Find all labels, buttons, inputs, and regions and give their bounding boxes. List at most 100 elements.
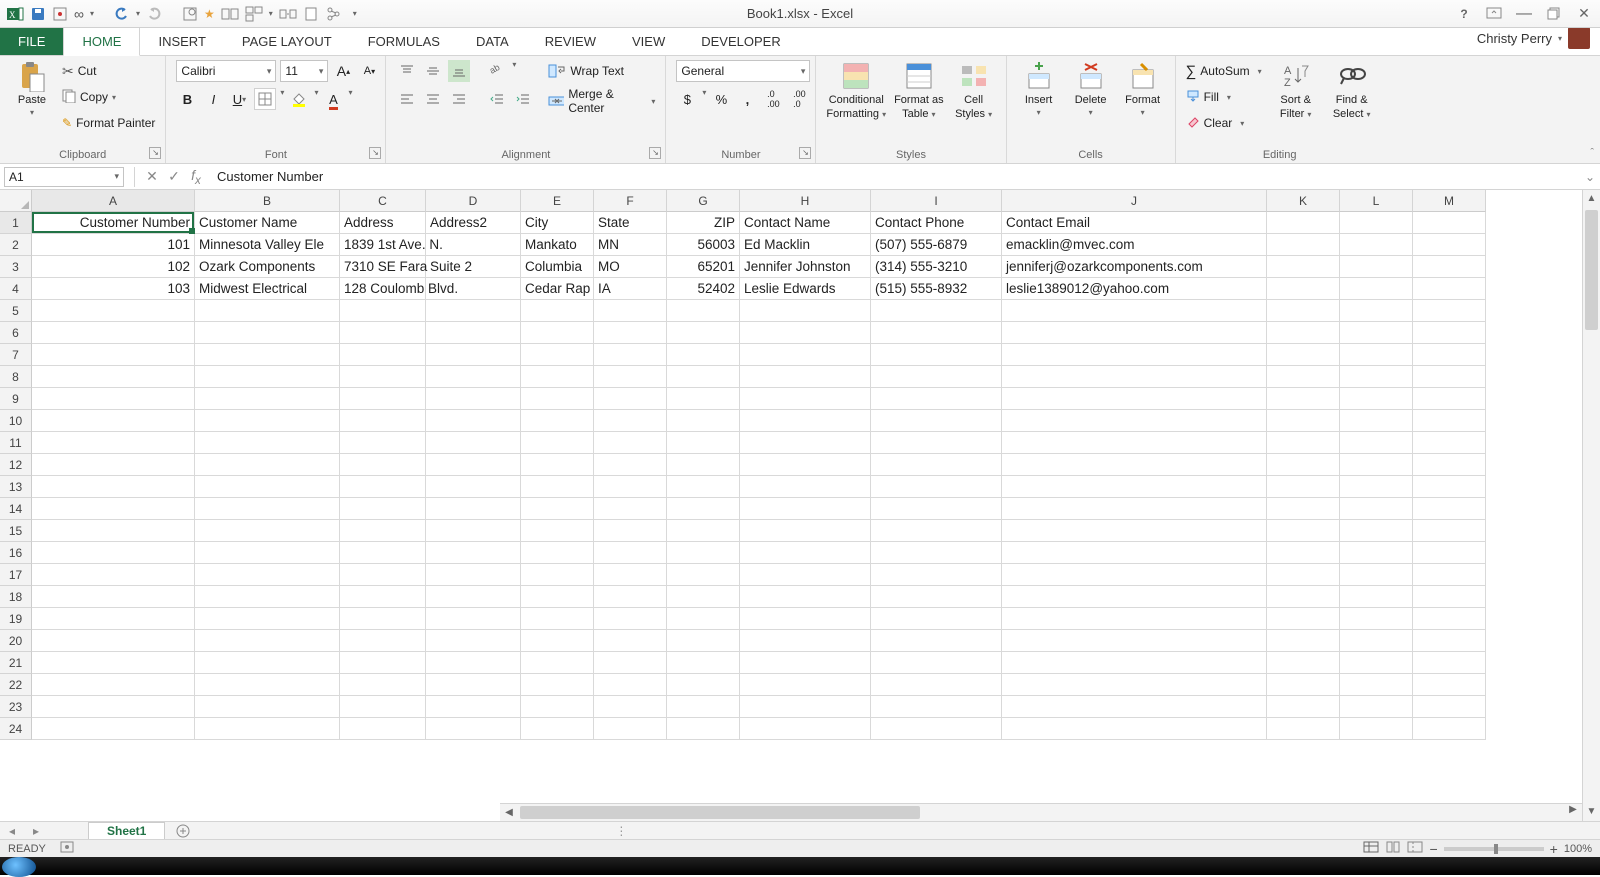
align-bottom-icon[interactable]: [448, 60, 470, 82]
scroll-right-icon[interactable]: ▶: [1564, 804, 1582, 815]
cell[interactable]: [1340, 696, 1413, 718]
cell[interactable]: [667, 344, 740, 366]
column-header[interactable]: A: [32, 190, 195, 212]
cell[interactable]: [426, 718, 521, 740]
cell[interactable]: [1340, 520, 1413, 542]
row-header[interactable]: 13: [0, 476, 32, 498]
column-header[interactable]: H: [740, 190, 871, 212]
align-middle-icon[interactable]: [422, 60, 444, 82]
cell[interactable]: [667, 652, 740, 674]
cell[interactable]: [1413, 586, 1486, 608]
cell[interactable]: [1267, 542, 1340, 564]
tab-insert[interactable]: INSERT: [140, 28, 223, 55]
cell[interactable]: Cedar Rap: [521, 278, 594, 300]
cell[interactable]: [1340, 608, 1413, 630]
align-center-icon[interactable]: [422, 88, 444, 110]
cell[interactable]: [667, 366, 740, 388]
cell[interactable]: [594, 652, 667, 674]
cell[interactable]: [195, 410, 340, 432]
undo-icon[interactable]: [114, 6, 130, 22]
cell[interactable]: [1413, 696, 1486, 718]
cell[interactable]: [1267, 520, 1340, 542]
cell[interactable]: [1413, 608, 1486, 630]
row-header[interactable]: 7: [0, 344, 32, 366]
cell[interactable]: [32, 564, 195, 586]
increase-font-icon[interactable]: A▴: [332, 60, 354, 82]
cell[interactable]: [740, 630, 871, 652]
fill-color-button[interactable]: [288, 88, 310, 110]
cell[interactable]: [426, 388, 521, 410]
delete-cells-button[interactable]: Delete▾: [1069, 60, 1113, 117]
cell[interactable]: [340, 630, 426, 652]
cell[interactable]: [32, 322, 195, 344]
cell[interactable]: [1267, 630, 1340, 652]
row-header[interactable]: 1: [0, 212, 32, 234]
tab-data[interactable]: DATA: [458, 28, 527, 55]
autosum-button[interactable]: ∑AutoSum▾: [1186, 60, 1262, 82]
cell[interactable]: [740, 300, 871, 322]
cell[interactable]: [340, 498, 426, 520]
cell[interactable]: [667, 674, 740, 696]
cell[interactable]: 7310 SE Fara: [340, 256, 426, 278]
cell[interactable]: Customer Number: [32, 212, 195, 234]
cell[interactable]: [426, 410, 521, 432]
cell[interactable]: [195, 344, 340, 366]
cell[interactable]: [1002, 630, 1267, 652]
cell[interactable]: [1002, 432, 1267, 454]
cell[interactable]: [1413, 652, 1486, 674]
cell[interactable]: [1340, 322, 1413, 344]
cell[interactable]: [1413, 564, 1486, 586]
cell[interactable]: [1002, 718, 1267, 740]
cell[interactable]: [1340, 256, 1413, 278]
tab-view[interactable]: VIEW: [614, 28, 683, 55]
cell[interactable]: [1002, 300, 1267, 322]
cell[interactable]: [195, 520, 340, 542]
font-size-select[interactable]: 11▾: [280, 60, 328, 82]
cell[interactable]: [871, 432, 1002, 454]
cell[interactable]: [426, 234, 521, 256]
tab-developer[interactable]: DEVELOPER: [683, 28, 798, 55]
name-box[interactable]: A1▾: [4, 167, 124, 187]
row-header[interactable]: 15: [0, 520, 32, 542]
cell[interactable]: [1002, 322, 1267, 344]
column-header[interactable]: I: [871, 190, 1002, 212]
cell[interactable]: [1413, 388, 1486, 410]
cell[interactable]: [1267, 718, 1340, 740]
clear-button[interactable]: Clear▾: [1186, 112, 1262, 134]
cell[interactable]: [1413, 476, 1486, 498]
cell[interactable]: [740, 498, 871, 520]
minimize-icon[interactable]: —: [1514, 4, 1534, 24]
sheet-nav-prev-icon[interactable]: ◂: [0, 824, 24, 838]
cell[interactable]: [426, 366, 521, 388]
cell[interactable]: [521, 608, 594, 630]
cell[interactable]: [1413, 520, 1486, 542]
column-header[interactable]: G: [667, 190, 740, 212]
cell[interactable]: [1002, 674, 1267, 696]
row-header[interactable]: 17: [0, 564, 32, 586]
cell[interactable]: [1267, 564, 1340, 586]
cell[interactable]: [1002, 608, 1267, 630]
cell[interactable]: [667, 476, 740, 498]
cell[interactable]: [426, 278, 521, 300]
row-header[interactable]: 20: [0, 630, 32, 652]
qat-button[interactable]: ★: [204, 7, 215, 21]
italic-button[interactable]: I: [202, 88, 224, 110]
sheet-tab-active[interactable]: Sheet1: [88, 822, 165, 839]
cell[interactable]: [1002, 586, 1267, 608]
cell[interactable]: [426, 696, 521, 718]
qat-button[interactable]: [182, 6, 198, 22]
bold-button[interactable]: B: [176, 88, 198, 110]
cell[interactable]: [426, 630, 521, 652]
tab-page-layout[interactable]: PAGE LAYOUT: [224, 28, 350, 55]
zoom-slider[interactable]: [1444, 847, 1544, 851]
cell[interactable]: [426, 608, 521, 630]
cell[interactable]: [1267, 278, 1340, 300]
dialog-launcher-icon[interactable]: ↘: [799, 147, 811, 159]
chevron-down-icon[interactable]: ▾: [512, 60, 516, 82]
font-color-button[interactable]: A: [322, 88, 344, 110]
cell[interactable]: [1267, 212, 1340, 234]
cell[interactable]: [667, 586, 740, 608]
tab-file[interactable]: FILE: [0, 28, 63, 55]
borders-button[interactable]: [254, 88, 276, 110]
cell[interactable]: [340, 608, 426, 630]
